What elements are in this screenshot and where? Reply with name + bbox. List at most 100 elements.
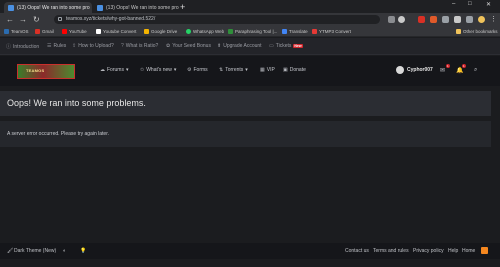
bookmark-paraphrasing-tool[interactable]: Paraphrasing Tool |...: [228, 27, 277, 36]
link-label: What is Ratio?: [125, 43, 159, 49]
username: Cyphor007: [407, 67, 433, 73]
alerts-icon[interactable]: 🔔: [456, 67, 463, 74]
close-window-button[interactable]: ✕: [486, 1, 491, 8]
link-label: Introduction: [13, 43, 40, 50]
lock-icon: [58, 17, 62, 21]
bookmark-label: TeamOS: [11, 29, 29, 34]
whatsapp-icon: [186, 29, 191, 34]
nav-donate[interactable]: ▣ Donate: [283, 67, 306, 73]
ytmp3-icon: [312, 29, 317, 34]
nav-forms[interactable]: ⚙ Forms: [187, 67, 208, 73]
lightbulb-icon[interactable]: 💡: [80, 248, 86, 254]
link-tickets[interactable]: ▭ Tickets New: [269, 43, 303, 49]
bookmark-gmail[interactable]: Gmail: [35, 27, 54, 36]
torrents-icon: ⇅: [219, 67, 224, 73]
minimize-button[interactable]: –: [452, 1, 455, 7]
youtube-icon: [62, 29, 67, 34]
link-label: Tickets: [275, 43, 292, 49]
extension-icon[interactable]: [442, 16, 449, 23]
bookmark-ytmp3[interactable]: YTMP3 Convert: [312, 27, 351, 36]
chevron-down-icon: ▾: [173, 67, 177, 73]
bookmark-label: Paraphrasing Tool |...: [235, 29, 278, 34]
seed-icon: ✿: [166, 43, 171, 49]
extension-icon[interactable]: [430, 16, 437, 23]
page-title: Oops! We ran into some problems.: [7, 98, 146, 108]
menu-icon[interactable]: ⋮: [490, 16, 497, 23]
bookmark-label: Translate: [289, 29, 308, 34]
tab-title: (13) Oops! We ran into some pro: [17, 4, 90, 11]
footer-link-home[interactable]: Home: [462, 248, 475, 254]
google-drive-icon: [144, 29, 149, 34]
nav-vip[interactable]: ▦ VIP: [260, 67, 275, 73]
footer-link-privacy[interactable]: Privacy policy: [413, 248, 444, 254]
site-favicon: [97, 4, 103, 11]
bookmark-label: YouTube: [69, 29, 87, 34]
back-icon[interactable]: ←: [6, 15, 14, 24]
messages-badge: 1: [446, 64, 450, 68]
browser-tab[interactable]: (13) Oops! We ran into some pro ×: [93, 2, 179, 13]
footer-link-contact[interactable]: Contact us: [345, 248, 369, 254]
site-logo[interactable]: TEAMOS: [17, 64, 75, 79]
bookmark-label: Google Drive: [151, 29, 178, 34]
nav-label: What's new: [146, 67, 172, 73]
link-upgrade-account[interactable]: ⬆ Upgrade Account: [217, 43, 262, 49]
footer-link-help[interactable]: Help: [448, 248, 458, 254]
link-what-is-ratio[interactable]: ? What is Ratio?: [121, 43, 158, 49]
nav-label: Torrents: [225, 67, 244, 73]
nav-label: Donate: [289, 67, 306, 73]
nav-label: Forums: [107, 67, 124, 73]
nav-torrents[interactable]: ⇅ Torrents ▾: [219, 67, 248, 73]
forward-icon[interactable]: →: [19, 15, 27, 24]
profile-avatar[interactable]: [478, 16, 485, 23]
donate-icon: ▣: [283, 67, 288, 73]
extensions-puzzle-icon[interactable]: [454, 16, 461, 23]
link-label: Your Seed Bonus: [172, 43, 211, 49]
bookmark-star-icon[interactable]: [398, 16, 405, 23]
messages-icon[interactable]: ✉: [440, 67, 445, 74]
maximize-button[interactable]: □: [468, 1, 472, 7]
link-rules[interactable]: ☰ Rules: [47, 43, 66, 49]
nav-label: Forms: [193, 67, 208, 73]
bookmark-translate[interactable]: Translate: [282, 27, 308, 36]
bookmark-label: WhatsApp Web: [193, 29, 225, 34]
forms-icon: ⚙: [187, 67, 192, 73]
bookmark-label: Gmail: [42, 29, 54, 34]
other-bookmarks[interactable]: Other bookmarks: [456, 27, 498, 36]
bookmark-youtube[interactable]: YouTube: [62, 27, 87, 36]
bookmark-youtube-convert[interactable]: Youtube Convert: [96, 27, 136, 36]
bookmark-whatsapp[interactable]: WhatsApp Web: [186, 27, 224, 36]
folder-icon: [456, 29, 461, 34]
link-label: Rules: [53, 43, 67, 49]
bookmark-teamos[interactable]: TeamOS: [4, 27, 29, 36]
search-icon[interactable]: ⌕: [474, 67, 477, 74]
reload-icon[interactable]: ↻: [33, 15, 40, 24]
link-how-to-upload[interactable]: ⇪ How to Upload?: [72, 43, 114, 49]
user-menu[interactable]: Cyphor007: [396, 66, 433, 74]
bookmark-google-drive[interactable]: Google Drive: [144, 27, 177, 36]
browser-tab-active[interactable]: (13) Oops! We ran into some pro ×: [4, 2, 92, 13]
share-icon[interactable]: [388, 16, 395, 23]
toggle-icon[interactable]: ◐: [63, 248, 66, 254]
link-seed-bonus[interactable]: ✿ Your Seed Bonus: [166, 43, 211, 49]
browser-toolbar: ← → ↻ teamos.xyz/tickets/why-got-banned.…: [0, 13, 500, 26]
site-top-links: ⓘ Introduction ☰ Rules ⇪ How to Upload? …: [0, 38, 500, 55]
forums-icon: ☁: [100, 67, 105, 73]
site-footer: 🖌 Dark Theme (New) ◐ 💡 Contact us Terms …: [0, 243, 500, 259]
address-bar[interactable]: teamos.xyz/tickets/why-got-banned.522/: [54, 15, 380, 24]
sidebar-icon[interactable]: [466, 16, 473, 23]
youtube-convert-icon: [96, 29, 101, 34]
nav-forums[interactable]: ☁ Forums ▾: [100, 67, 128, 73]
star-icon: ✩: [140, 67, 145, 73]
extension-icon[interactable]: [418, 16, 425, 23]
footer-link-terms[interactable]: Terms and rules: [373, 248, 409, 254]
nav-whats-new[interactable]: ✩ What's new ▾: [140, 67, 176, 73]
new-tab-button[interactable]: +: [180, 2, 185, 12]
link-introduction[interactable]: ⓘ Introduction: [6, 43, 40, 51]
alerts-badge: 1: [462, 64, 466, 68]
rss-icon[interactable]: [481, 247, 488, 254]
theme-chooser[interactable]: Dark Theme (New): [14, 248, 56, 254]
site-favicon: [8, 4, 14, 11]
page-bottom: [0, 259, 500, 267]
translate-icon: [282, 29, 287, 34]
chevron-down-icon: ▾: [245, 67, 248, 73]
